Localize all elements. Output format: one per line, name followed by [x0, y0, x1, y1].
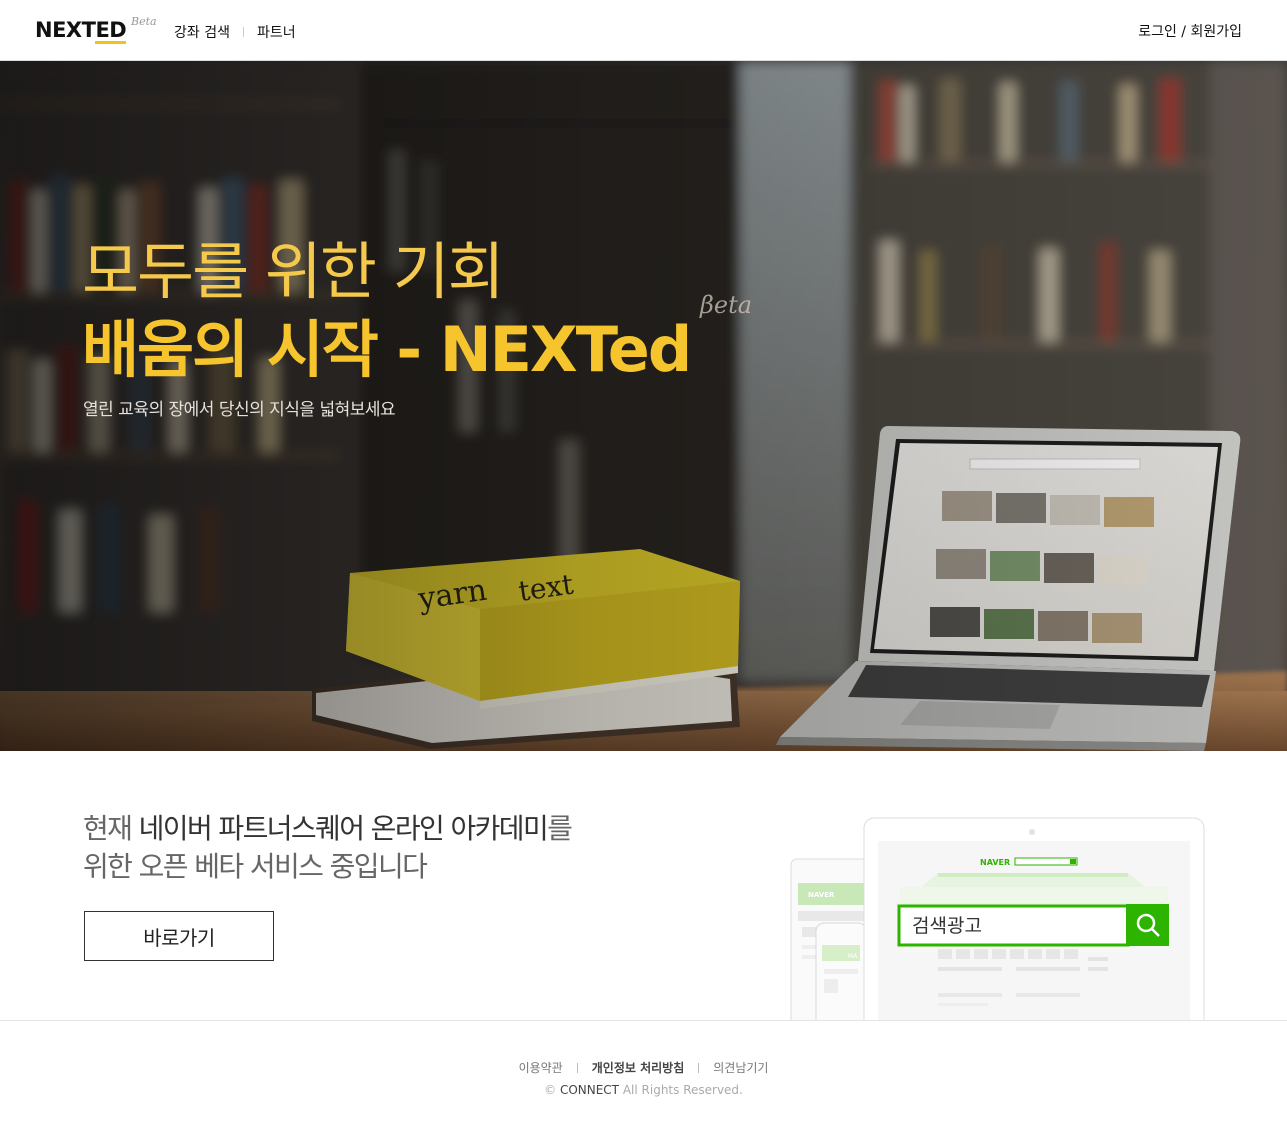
nav-course-search[interactable]: 강좌 검색	[174, 22, 230, 42]
copyright: © CONNECT All Rights Reserved.	[0, 1083, 1287, 1097]
top-header: NEXTED Beta 강좌 검색 파트너 로그인 / 회원가입	[0, 0, 1287, 61]
hero-title-line1: 모두를 위한 기회	[82, 235, 505, 308]
hero-subtitle: 열린 교육의 장에서 당신의 지식을 넓혀보세요	[83, 400, 396, 420]
promo-line2: 위한 오픈 베타 서비스 중입니다	[83, 850, 428, 883]
copyright-brand: CONNECT	[559, 1083, 620, 1097]
promo-highlight: 네이버 파트너스퀘어 온라인 아카데미	[138, 812, 549, 845]
nav-divider	[242, 27, 244, 37]
footer-privacy-link[interactable]: 개인정보 처리방침	[592, 1059, 685, 1076]
nexted-logo[interactable]: NEXTED Beta	[35, 15, 157, 44]
hero-title-line2: 배움의 시작 - NEXTed	[82, 313, 692, 386]
footer-divider	[698, 1062, 700, 1073]
svg-text:NAVER: NAVER	[808, 891, 835, 899]
logo-ed: ED	[95, 18, 127, 42]
copyright-rest: All Rights Reserved.	[622, 1083, 743, 1097]
main-nav: 강좌 검색 파트너	[174, 22, 296, 42]
nav-partner[interactable]: 파트너	[257, 22, 296, 42]
hero-beta-tag: βeta	[700, 291, 753, 319]
copyright-symbol: ©	[544, 1083, 557, 1097]
footer-terms-link[interactable]: 이용약관	[519, 1059, 563, 1076]
promo-prefix: 현재	[83, 812, 133, 845]
naver-search-ad-illustration: NAVER MA NAVER 검색광고	[790, 817, 1205, 1020]
svg-text:MA: MA	[848, 953, 858, 960]
login-signup-link[interactable]: 로그인 / 회원가입	[1138, 21, 1242, 41]
svg-text:NAVER: NAVER	[980, 858, 1010, 867]
promo-text: 현재 네이버 파트너스퀘어 온라인 아카데미를 위한 오픈 베타 서비스 중입니…	[83, 810, 573, 886]
footer-feedback-link[interactable]: 의견남기기	[713, 1059, 768, 1076]
logo-beta-tag: Beta	[131, 15, 157, 28]
footer-divider	[576, 1062, 578, 1073]
page-footer: 이용약관 개인정보 처리방침 의견남기기 © CONNECT All Right…	[0, 1020, 1287, 1135]
go-button[interactable]: 바로가기	[84, 911, 274, 961]
promo-suffix: 를	[547, 812, 573, 845]
footer-links: 이용약관 개인정보 처리방침 의견남기기	[0, 1059, 1287, 1076]
logo-wordmark: NEXT	[35, 18, 96, 42]
search-ad-text: 검색광고	[912, 915, 982, 937]
hero-banner: yarn text	[0, 61, 1287, 751]
